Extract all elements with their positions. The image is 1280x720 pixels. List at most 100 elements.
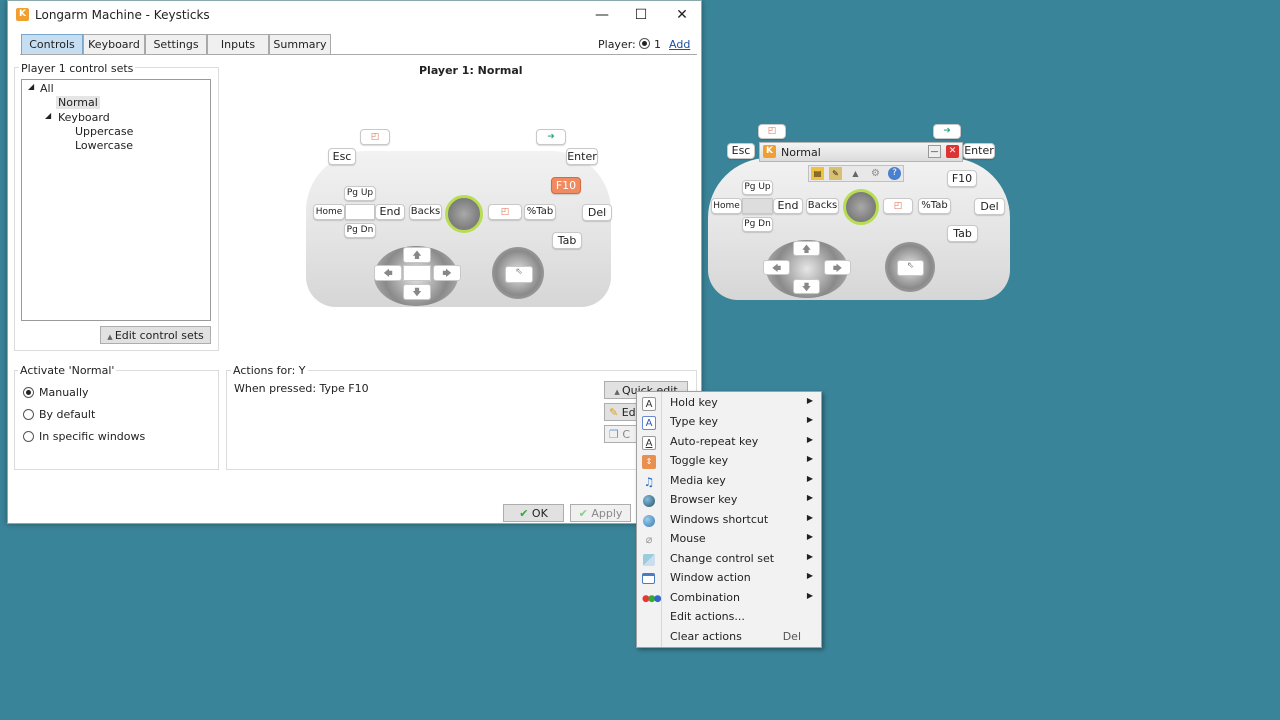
left-bumper-mouse-icon[interactable]: ◰: [360, 129, 390, 145]
guide-button[interactable]: [445, 195, 483, 233]
collapse-up-icon: ▲: [614, 388, 622, 396]
floating-minimize-icon[interactable]: —: [928, 145, 941, 158]
key-del[interactable]: Del: [582, 204, 612, 221]
radio-by-default-label[interactable]: By default: [39, 408, 95, 421]
edit-control-sets-button[interactable]: ▲ Edit control sets: [100, 326, 211, 344]
actions-text: When pressed: Type F10: [234, 382, 369, 395]
floating-title-bar[interactable]: K Normal — ✕: [759, 142, 963, 162]
tree-item-lowercase[interactable]: Lowercase: [75, 139, 133, 152]
help-icon[interactable]: ?: [888, 167, 901, 180]
menu-item-type-key[interactable]: A Type key ▶: [637, 413, 821, 432]
apply-button[interactable]: ✔ Apply: [570, 504, 631, 522]
menu-item-change-control-set[interactable]: Change control set ▶: [637, 550, 821, 569]
floating-left-bumper-mouse-icon[interactable]: ◰: [758, 124, 786, 139]
menu-item-combination[interactable]: ●●● Combination ▶: [637, 589, 821, 608]
radio-specific-windows-label[interactable]: In specific windows: [39, 430, 145, 443]
tab-controls[interactable]: Controls: [21, 34, 83, 55]
ok-button[interactable]: ✔ OK: [503, 504, 564, 522]
key-tab[interactable]: Tab: [552, 232, 582, 249]
add-player-link[interactable]: Add: [669, 38, 690, 51]
floating-dpad-right-arrow-icon[interactable]: 🡆: [824, 260, 851, 275]
tab-keyboard[interactable]: Keyboard: [83, 34, 145, 55]
floating-dpad-up-arrow-icon[interactable]: 🡅: [793, 241, 820, 256]
menu-item-windows-shortcut[interactable]: Windows shortcut ▶: [637, 511, 821, 530]
key-home[interactable]: Home: [313, 204, 345, 220]
floating-key-pgup[interactable]: Pg Up: [742, 180, 773, 195]
tree-expand-icon[interactable]: ◢: [28, 82, 34, 91]
collapse-up-icon[interactable]: ▲: [849, 167, 862, 180]
open-folder-icon[interactable]: ▤: [811, 167, 824, 180]
floating-right-bumper-arrow-icon[interactable]: ➜: [933, 124, 961, 139]
floating-key-f10[interactable]: F10: [947, 170, 977, 187]
minimize-button[interactable]: —: [582, 5, 622, 25]
floating-key-home[interactable]: Home: [711, 198, 742, 214]
key-pgdn[interactable]: Pg Dn: [344, 223, 376, 238]
key-pct-tab[interactable]: %Tab: [524, 204, 556, 220]
tab-summary[interactable]: Summary: [269, 34, 331, 55]
radio-manually-label[interactable]: Manually: [39, 386, 89, 399]
ok-check-icon: ✔: [519, 507, 532, 520]
key-f10[interactable]: F10: [551, 177, 581, 194]
floating-key-backs[interactable]: Backs: [806, 198, 839, 214]
radio-manually[interactable]: [23, 387, 34, 398]
submenu-arrow-icon: ▶: [806, 552, 813, 561]
floating-key-del[interactable]: Del: [974, 198, 1005, 215]
floating-key-pgdn[interactable]: Pg Dn: [742, 217, 773, 232]
floating-dpad-down-arrow-icon[interactable]: 🡇: [793, 279, 820, 294]
activate-group-label: Activate 'Normal': [18, 364, 117, 377]
floating-guide-button[interactable]: [843, 189, 879, 225]
menu-item-mouse[interactable]: ⌀ Mouse ▶: [637, 530, 821, 549]
menu-item-hold-key[interactable]: A Hold key ▶: [637, 394, 821, 413]
key-pgup[interactable]: Pg Up: [344, 186, 376, 201]
floating-start-mouse-icon[interactable]: ◰: [883, 198, 913, 214]
clear-actions-shortcut: Del: [782, 630, 801, 643]
maximize-button[interactable]: ☐: [621, 5, 661, 25]
tab-settings[interactable]: Settings: [145, 34, 207, 55]
floating-dpad-left-arrow-icon[interactable]: 🡄: [763, 260, 790, 275]
left-stick-center[interactable]: [345, 204, 375, 220]
dpad-left-arrow-icon[interactable]: 🡄: [374, 265, 402, 281]
key-enter[interactable]: Enter: [566, 148, 598, 165]
tree-item-normal[interactable]: Normal: [56, 96, 100, 109]
floating-key-tab[interactable]: Tab: [947, 225, 978, 242]
tree-item-keyboard[interactable]: Keyboard: [58, 111, 110, 124]
dpad-center[interactable]: [403, 265, 431, 281]
key-backs[interactable]: Backs: [409, 204, 442, 220]
tree-item-uppercase[interactable]: Uppercase: [75, 125, 133, 138]
radio-by-default[interactable]: [23, 409, 34, 420]
floating-key-pct-tab[interactable]: %Tab: [918, 198, 951, 214]
player-radio[interactable]: [639, 38, 650, 49]
dpad-down-arrow-icon[interactable]: 🡇: [403, 284, 431, 300]
radio-specific-windows[interactable]: [23, 431, 34, 442]
dpad-up-arrow-icon[interactable]: 🡅: [403, 247, 431, 263]
menu-item-toggle-key[interactable]: ⇕ Toggle key ▶: [637, 452, 821, 471]
floating-cursor-pointer-icon[interactable]: ⇖: [897, 260, 924, 276]
key-end[interactable]: End: [375, 204, 405, 220]
submenu-arrow-icon: ▶: [806, 415, 813, 424]
menu-item-edit-actions[interactable]: Edit actions...: [637, 608, 821, 627]
floating-left-stick-center[interactable]: [742, 198, 773, 214]
gear-icon[interactable]: ⚙: [869, 167, 882, 180]
edit-icon[interactable]: ✎: [829, 167, 842, 180]
submenu-arrow-icon: ▶: [806, 591, 813, 600]
tree-expand-icon[interactable]: ◢: [45, 111, 51, 120]
tab-inputs[interactable]: Inputs: [207, 34, 269, 55]
dpad-right-arrow-icon[interactable]: 🡆: [433, 265, 461, 281]
control-sets-group-label: Player 1 control sets: [19, 62, 136, 75]
title-bar[interactable]: K Longarm Machine - Keysticks — ☐ ✕: [8, 1, 701, 29]
floating-close-icon[interactable]: ✕: [946, 145, 959, 158]
cursor-pointer-icon[interactable]: ⇖: [505, 266, 533, 283]
menu-item-clear-actions[interactable]: Clear actions Del: [637, 628, 821, 647]
tree-item-all[interactable]: All: [40, 82, 54, 95]
menu-item-window-action[interactable]: Window action ▶: [637, 569, 821, 588]
floating-key-enter[interactable]: Enter: [963, 143, 995, 159]
key-esc[interactable]: Esc: [328, 148, 356, 165]
menu-item-media-key[interactable]: ♫ Media key ▶: [637, 472, 821, 491]
menu-item-browser-key[interactable]: Browser key ▶: [637, 491, 821, 510]
floating-key-end[interactable]: End: [773, 198, 803, 214]
menu-item-auto-repeat-key[interactable]: A Auto-repeat key ▶: [637, 433, 821, 452]
floating-key-esc[interactable]: Esc: [727, 143, 755, 159]
right-bumper-arrow-icon[interactable]: ➜: [536, 129, 566, 145]
start-mouse-icon[interactable]: ◰: [488, 204, 522, 220]
close-button[interactable]: ✕: [662, 5, 702, 25]
